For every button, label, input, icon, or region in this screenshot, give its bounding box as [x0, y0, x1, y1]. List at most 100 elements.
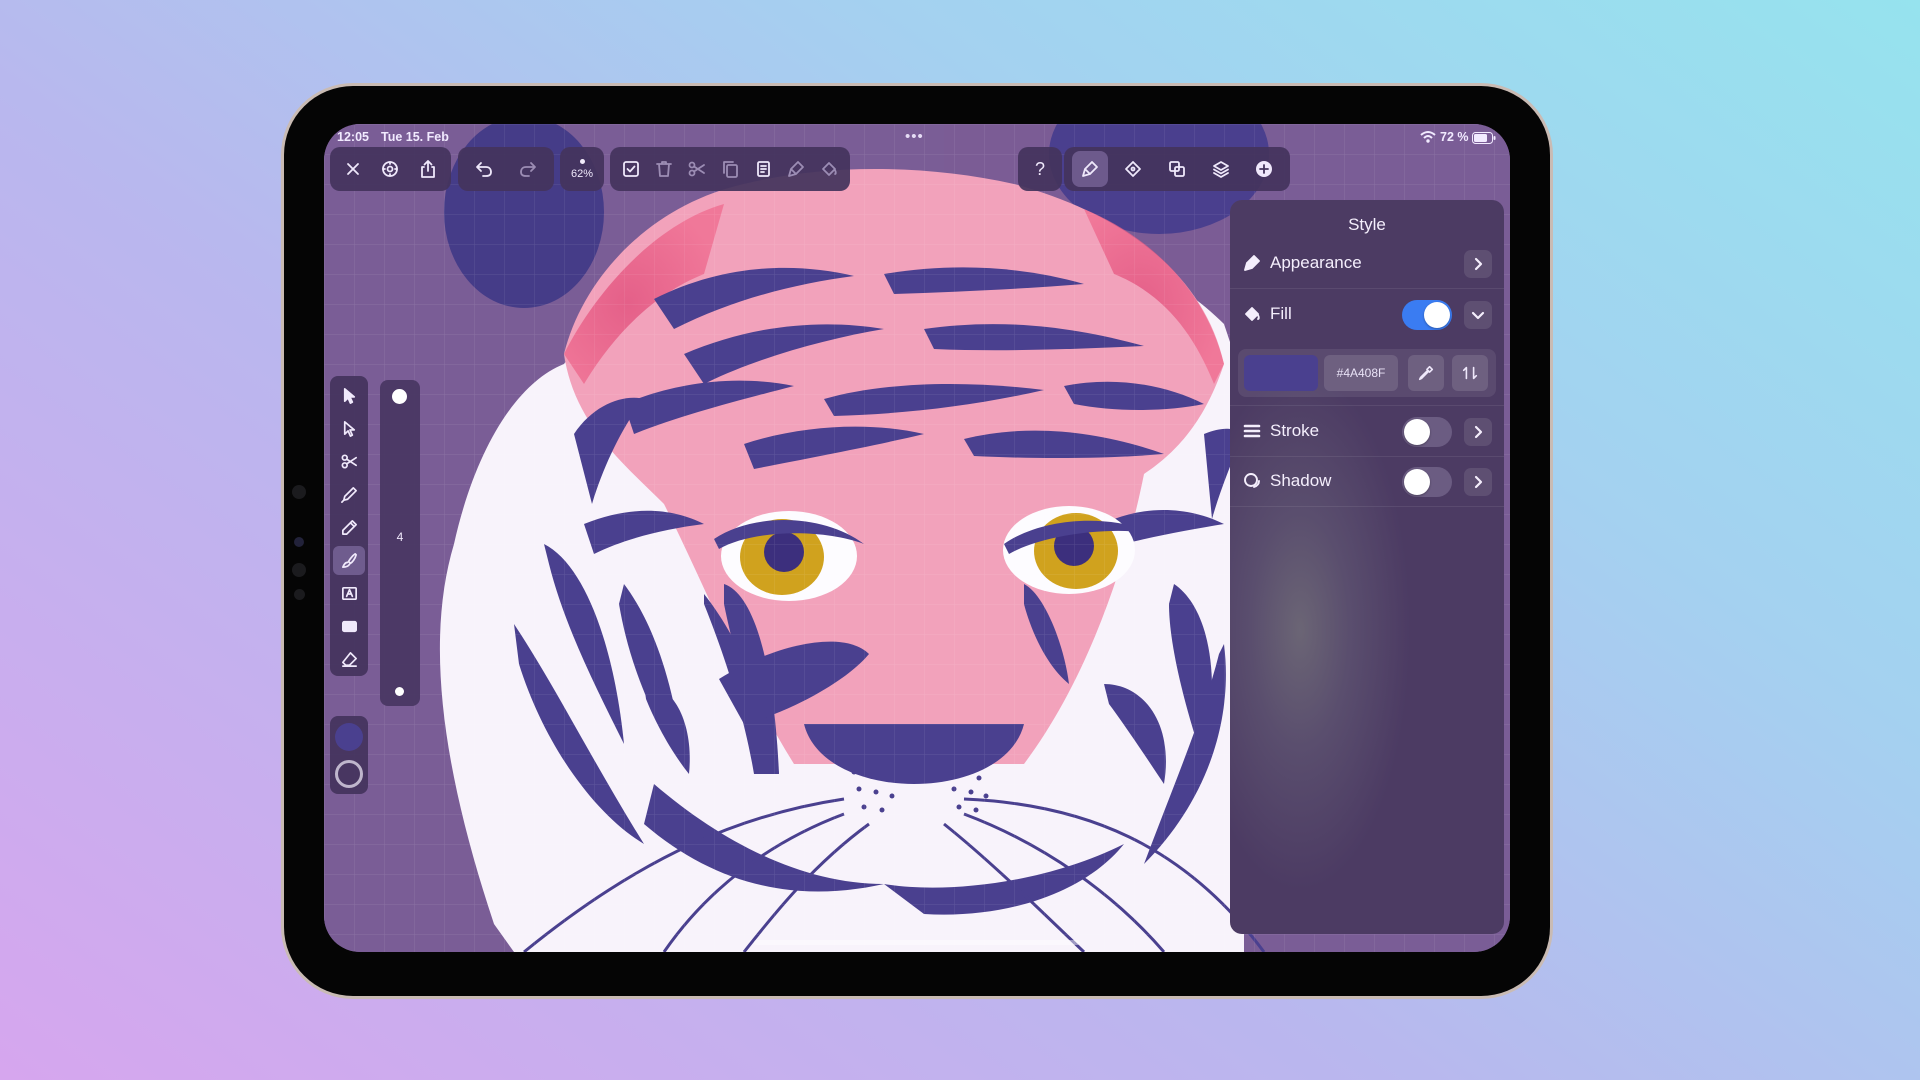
- layers-tab-button[interactable]: [1203, 151, 1239, 187]
- path-tab-button[interactable]: [1115, 151, 1151, 187]
- chevron-right-icon: [1474, 257, 1483, 271]
- paste-button[interactable]: [747, 151, 780, 187]
- undo-button[interactable]: [466, 151, 502, 187]
- brush-size-slider[interactable]: 4: [380, 380, 420, 706]
- slider-handle-top[interactable]: [392, 389, 407, 404]
- status-time: 12:05: [337, 130, 369, 144]
- shadow-row[interactable]: Shadow: [1230, 456, 1504, 507]
- settings-button[interactable]: [372, 151, 408, 187]
- appearance-row[interactable]: Appearance: [1230, 238, 1504, 289]
- stroke-expand-button[interactable]: [1464, 418, 1492, 446]
- color-swap-button[interactable]: [1452, 355, 1488, 391]
- arrange-tab-button[interactable]: [1159, 151, 1195, 187]
- toggle-knob: [1404, 419, 1430, 445]
- chevron-down-icon: [1471, 311, 1485, 320]
- redo-icon: [520, 162, 536, 177]
- arrow-pointer-icon: [343, 387, 355, 404]
- fill-color-swatch[interactable]: [1244, 355, 1318, 391]
- style-brush-icon: [1081, 161, 1098, 177]
- select-all-button[interactable]: [614, 151, 647, 187]
- close-button[interactable]: [335, 151, 371, 187]
- shadow-expand-button[interactable]: [1464, 468, 1492, 496]
- fill-color-editor: #4A408F: [1238, 349, 1496, 397]
- fill-hex-field[interactable]: #4A408F: [1324, 355, 1398, 391]
- shadow-label: Shadow: [1270, 471, 1332, 490]
- help-button[interactable]: ?: [1022, 151, 1058, 187]
- stroke-lines-icon: [1242, 421, 1262, 441]
- zoom-indicator[interactable]: 62%: [560, 147, 604, 191]
- eyedropper-button[interactable]: [1408, 355, 1444, 391]
- side-sensor: [292, 563, 306, 577]
- cut-button[interactable]: [680, 151, 713, 187]
- fill-options-button[interactable]: [1464, 301, 1492, 329]
- text-tool[interactable]: [333, 579, 365, 608]
- file-toolbar: [330, 147, 451, 191]
- fill-color-well[interactable]: [335, 723, 363, 751]
- shadow-toggle[interactable]: [1402, 467, 1452, 497]
- eyedropper-icon: [1418, 365, 1434, 381]
- fill-row[interactable]: Fill: [1230, 289, 1504, 339]
- select-tool[interactable]: [333, 381, 365, 410]
- pencil-icon: [341, 519, 357, 536]
- style-brush-icon: [788, 161, 805, 177]
- multitasking-dots[interactable]: •••: [905, 128, 924, 145]
- brush-size-value: 4: [396, 530, 404, 544]
- copy-icon: [723, 161, 738, 178]
- trash-icon: [655, 161, 672, 177]
- scissors-tool[interactable]: [333, 447, 365, 476]
- side-sensor: [294, 537, 304, 547]
- rectangle-icon: [341, 620, 357, 633]
- paste-style-button[interactable]: [780, 151, 813, 187]
- stroke-row[interactable]: Stroke: [1230, 405, 1504, 457]
- text-box-icon: [341, 586, 357, 601]
- tool-palette: [330, 376, 368, 676]
- battery-percent: 72 %: [1440, 130, 1469, 144]
- status-date: Tue 15. Feb: [381, 130, 449, 144]
- share-button[interactable]: [410, 151, 446, 187]
- question-icon: ?: [1034, 158, 1045, 179]
- delete-button[interactable]: [647, 151, 680, 187]
- stroke-label: Stroke: [1270, 421, 1320, 440]
- copy-button[interactable]: [713, 151, 746, 187]
- stroke-toggle[interactable]: [1402, 417, 1452, 447]
- home-indicator[interactable]: [754, 940, 1080, 945]
- paint-bucket-icon: [822, 162, 838, 176]
- scissors-icon: [341, 454, 357, 469]
- zoom-dot: [579, 158, 585, 164]
- direct-select-tool[interactable]: [333, 414, 365, 443]
- paint-bucket-icon: [1242, 304, 1262, 324]
- swap-icon: [1462, 366, 1478, 380]
- close-icon: [346, 163, 359, 175]
- add-button[interactable]: [1246, 151, 1282, 187]
- color-palette: [330, 716, 368, 794]
- battery-icon: [1472, 131, 1496, 144]
- gear-icon: [382, 161, 399, 177]
- chevron-right-icon: [1474, 475, 1483, 489]
- stroke-color-well[interactable]: [335, 760, 363, 788]
- style-tab-button[interactable]: [1071, 151, 1108, 187]
- pen-tool[interactable]: [333, 480, 365, 509]
- pencil-tool[interactable]: [333, 513, 365, 542]
- redo-button[interactable]: [510, 151, 546, 187]
- scissors-icon: [688, 161, 705, 177]
- eraser-icon: [341, 651, 357, 668]
- fill-toggle[interactable]: [1402, 300, 1452, 330]
- brush-tool[interactable]: [333, 546, 365, 575]
- appearance-expand-button[interactable]: [1464, 250, 1492, 278]
- undo-icon: [476, 162, 492, 177]
- zoom-label: 62%: [570, 167, 594, 180]
- brush-icon: [341, 552, 357, 569]
- wifi-icon: [1420, 130, 1436, 144]
- pen-nib-icon: [340, 486, 357, 503]
- appearance-label: Appearance: [1270, 253, 1362, 272]
- checkbox-icon: [622, 161, 639, 177]
- fill-bucket-button[interactable]: [813, 151, 846, 187]
- edit-toolbar: [610, 147, 850, 191]
- side-sensor: [294, 589, 305, 600]
- side-camera: [292, 485, 306, 499]
- share-icon: [421, 160, 436, 178]
- slider-handle-bottom[interactable]: [395, 687, 404, 696]
- paste-icon: [757, 161, 771, 177]
- eraser-tool[interactable]: [333, 645, 365, 674]
- shape-tool[interactable]: [333, 612, 365, 641]
